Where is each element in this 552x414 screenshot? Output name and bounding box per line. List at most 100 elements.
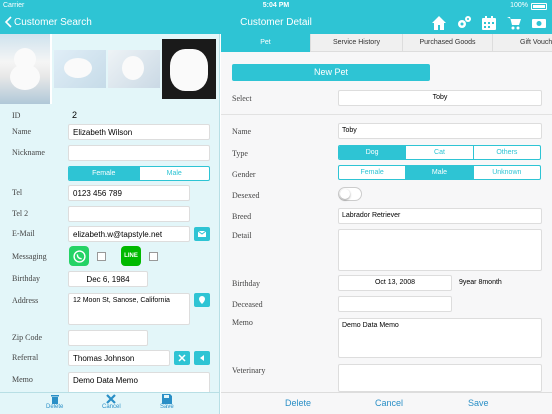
email-label: E-Mail [12,229,35,238]
pet-photo[interactable] [162,39,216,99]
save-icon [161,394,172,404]
pet-panel: Pet Service History Purchased Goods Gift… [221,34,552,392]
name-row: Name Elizabeth Wilson [0,123,219,143]
gender-female-option[interactable]: Female [69,167,140,180]
nickname-row: Nickname [0,144,219,164]
zip-row: Zip Code [0,329,219,349]
email-field[interactable]: elizabeth.w@tapstyle.net [68,226,190,242]
customer-birthday-field[interactable]: Dec 6, 1984 [68,271,148,287]
customer-panel: ID 2 Name Elizabeth Wilson Nickname Fema… [0,34,220,392]
detail-field[interactable] [338,229,542,271]
tel-label: Tel [12,188,23,197]
pet-gender-female-option[interactable]: Female [339,166,407,179]
pet-memo-field[interactable]: Demo Data Memo [338,318,542,358]
messaging-label: Messaging [12,252,47,261]
calendar-icon[interactable] [480,14,498,32]
whatsapp-checkbox[interactable] [97,252,106,261]
pet-gender-selector: Female Male Unknown [338,165,541,180]
referral-field[interactable]: Thomas Johnson [68,350,170,366]
home-icon[interactable] [430,14,448,32]
customer-delete-button[interactable]: Delete [46,394,63,410]
new-pet-button[interactable]: New Pet [232,64,430,81]
pet-photo[interactable] [54,50,106,88]
tab-purchased-goods[interactable]: Purchased Goods [403,34,493,52]
close-icon [106,394,117,404]
pet-toolbar: Delete Cancel Save [221,392,552,414]
cart-icon[interactable] [505,14,523,32]
pet-birthday-field[interactable]: Oct 13, 2008 [338,275,452,291]
clear-referral-button[interactable] [174,351,190,365]
battery-icon [531,3,547,10]
line-icon[interactable]: LINE [121,246,141,266]
cancel-label: Cancel [102,404,121,410]
pet-save-button[interactable]: Save [468,398,489,408]
tel-field[interactable]: 0123 456 789 [68,185,190,201]
pet-gender-unknown-option[interactable]: Unknown [474,166,540,179]
name-field[interactable]: Elizabeth Wilson [68,124,210,140]
address-row: Address 12 Moon St, Sanose, California [0,292,219,325]
detail-label: Detail [232,231,252,240]
pet-type-selector: Dog Cat Others [338,145,541,160]
line-checkbox[interactable] [149,252,158,261]
birthday-row: Birthday Dec 6, 1984 [0,270,219,290]
customer-gender-selector: Female Male [68,166,210,181]
select-label: Select [232,94,252,103]
zip-label: Zip Code [12,333,42,342]
customer-memo-field[interactable]: Demo Data Memo [68,372,210,392]
tel-row: Tel 0123 456 789 [0,184,219,204]
pet-name-field[interactable]: Toby [338,123,542,139]
tel2-field[interactable] [68,206,190,222]
delete-label: Delete [46,404,64,410]
pet-cancel-button[interactable]: Cancel [375,398,403,408]
trash-icon [50,395,59,404]
id-value: 2 [72,110,78,120]
memo-row: Memo Demo Data Memo [0,371,219,392]
address-label: Address [12,296,39,305]
tab-service-history[interactable]: Service History [311,34,403,52]
photo-strip[interactable] [0,34,219,104]
nav-bar: Customer Search Customer Detail [0,12,552,34]
whatsapp-icon[interactable] [69,246,89,266]
deceased-label: Deceased [232,300,263,309]
desexed-toggle[interactable] [338,187,362,201]
pet-delete-button[interactable]: Delete [285,398,311,408]
tab-gift-voucher[interactable]: Gift Vouch [493,34,552,52]
mail-icon [198,230,206,237]
email-row: E-Mail elizabeth.w@tapstyle.net [0,225,219,245]
nickname-field[interactable] [68,145,210,161]
customer-cancel-button[interactable]: Cancel [102,394,121,410]
pet-photo[interactable] [108,50,160,88]
messaging-row: Messaging [0,248,219,268]
veterinary-label: Veterinary [232,366,266,375]
arrow-left-icon [200,355,204,361]
location-pin-icon [199,296,205,304]
customer-photo[interactable] [0,34,52,104]
pet-birthday-label: Birthday [232,279,260,288]
pet-gender-male-option[interactable]: Male [406,166,474,179]
address-field[interactable]: 12 Moon St, Sanose, California [68,293,190,325]
settings-icon[interactable] [455,14,473,32]
zip-field[interactable] [68,330,148,346]
gender-male-option[interactable]: Male [140,167,210,180]
veterinary-field[interactable] [338,364,542,392]
breed-field[interactable]: Labrador Retriever [338,208,542,224]
birthday-label: Birthday [12,274,40,283]
pet-name-label: Name [232,127,252,136]
clock: 5:04 PM [262,2,290,9]
save-label: Save [160,404,174,410]
customer-save-button[interactable]: Save [160,394,174,410]
cash-icon[interactable] [530,14,548,32]
select-referral-button[interactable] [194,351,210,365]
type-dog-option[interactable]: Dog [339,146,407,159]
type-others-option[interactable]: Others [474,146,540,159]
type-cat-option[interactable]: Cat [406,146,474,159]
close-icon [178,354,186,362]
battery-percent: 100% [510,2,528,9]
tab-pet[interactable]: Pet [221,34,311,52]
desexed-label: Desexed [232,191,260,200]
map-button[interactable] [194,293,210,307]
send-email-button[interactable] [194,227,210,241]
pet-select-field[interactable]: Toby [338,90,542,106]
name-label: Name [12,127,32,136]
deceased-field[interactable] [338,296,452,312]
